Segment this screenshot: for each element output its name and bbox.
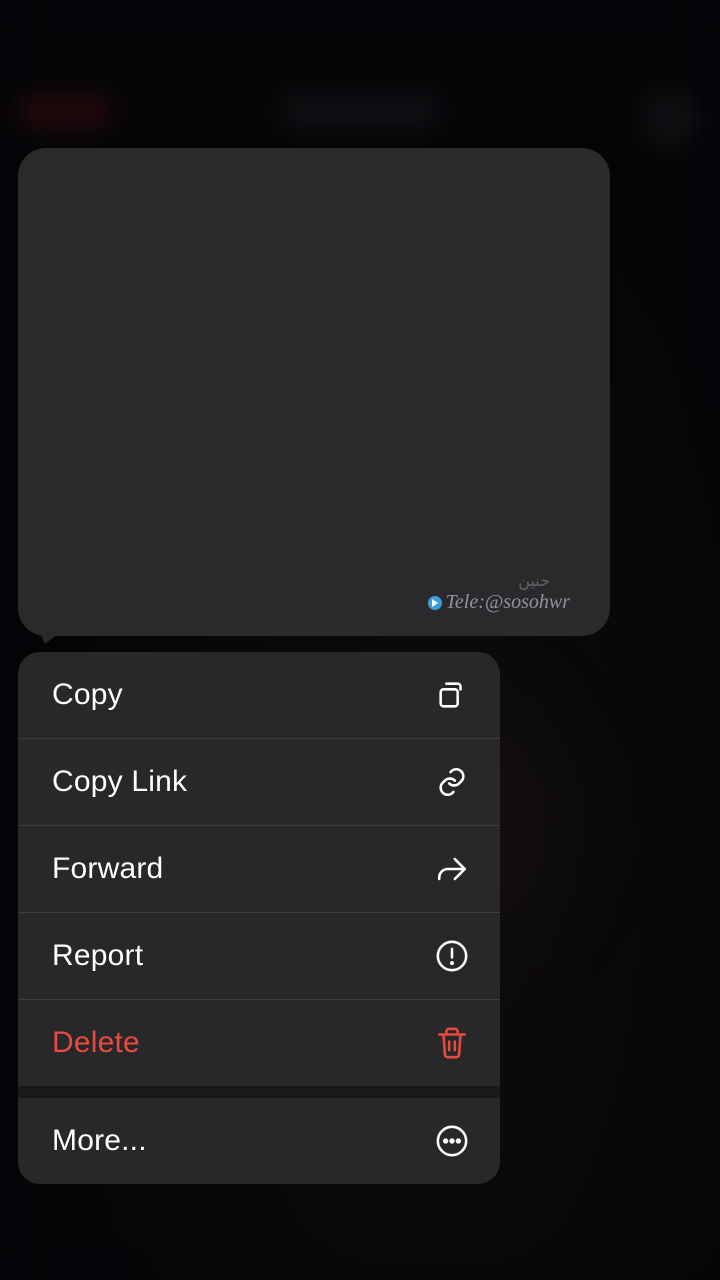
menu-label-forward: Forward (52, 852, 163, 886)
message-preview[interactable]: حنين Tele:@sosohwr (18, 148, 610, 636)
header-avatar-blur (640, 88, 700, 148)
menu-separator (18, 1086, 500, 1098)
menu-item-forward[interactable]: Forward (18, 826, 500, 913)
menu-label-copy: Copy (52, 678, 123, 712)
forward-icon (434, 851, 470, 887)
chat-header-blurred (0, 40, 720, 120)
menu-label-copy-link: Copy Link (52, 765, 187, 799)
menu-item-delete[interactable]: Delete (18, 1000, 500, 1086)
telegram-icon (428, 596, 442, 610)
menu-label-delete: Delete (52, 1026, 140, 1060)
menu-item-more[interactable]: More... (18, 1098, 500, 1184)
menu-item-report[interactable]: Report (18, 913, 500, 1000)
context-menu: Copy Copy Link Forward (18, 652, 500, 1184)
trash-icon (434, 1025, 470, 1061)
header-title-blur (280, 90, 440, 130)
message-watermark: حنين Tele:@sosohwr (428, 591, 570, 614)
more-icon (434, 1123, 470, 1159)
menu-label-report: Report (52, 939, 143, 973)
menu-item-copy[interactable]: Copy (18, 652, 500, 739)
link-icon (434, 764, 470, 800)
menu-label-more: More... (52, 1124, 147, 1158)
menu-item-copy-link[interactable]: Copy Link (18, 739, 500, 826)
menu-group-main: Copy Copy Link Forward (18, 652, 500, 1086)
watermark-text: Tele:@sosohwr (446, 591, 570, 614)
copy-icon (434, 677, 470, 713)
menu-group-more: More... (18, 1098, 500, 1184)
watermark-flourish: حنين (518, 571, 550, 591)
alert-icon (434, 938, 470, 974)
header-badge-blur (20, 95, 110, 127)
